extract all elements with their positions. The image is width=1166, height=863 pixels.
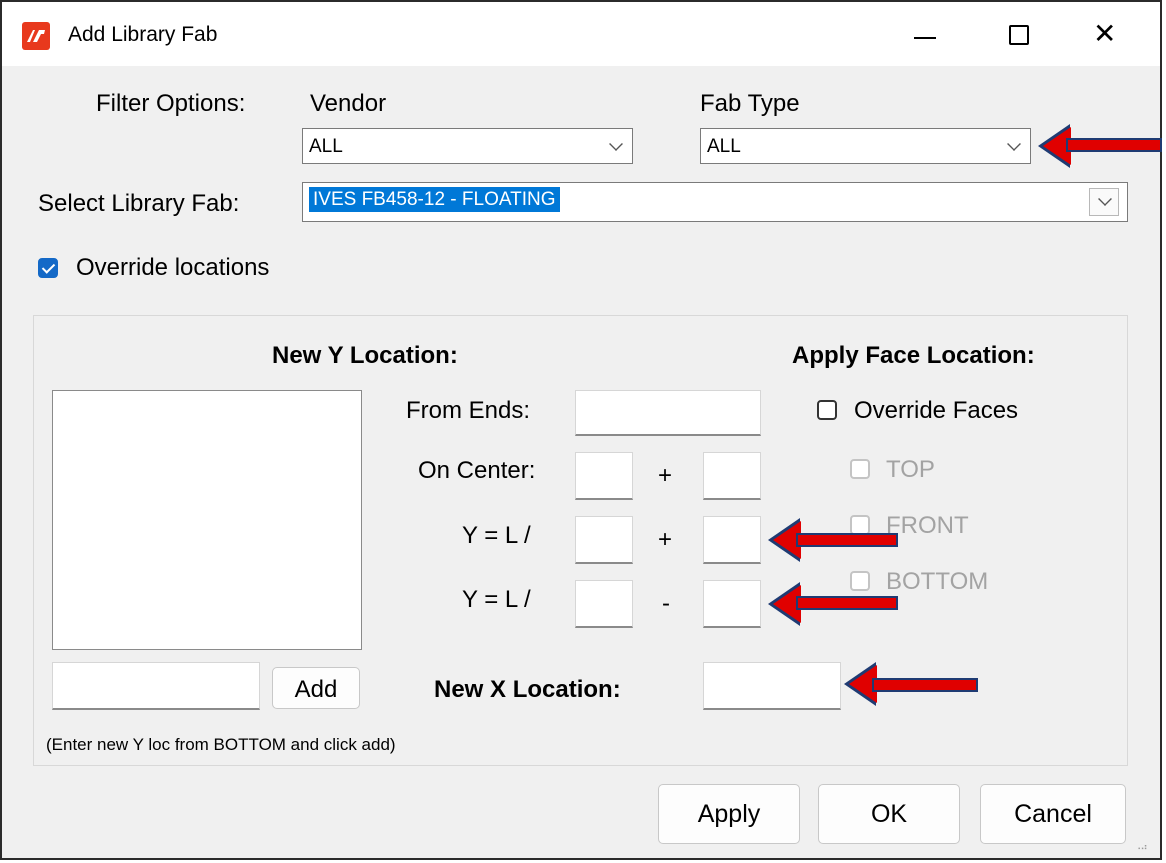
override-locations-checkbox[interactable] — [38, 258, 58, 278]
ok-button[interactable]: OK — [818, 784, 960, 844]
override-faces-checkbox[interactable] — [817, 400, 837, 420]
fab-type-dropdown[interactable]: ALL — [700, 128, 1031, 164]
chevron-down-icon — [1007, 137, 1021, 151]
filter-options-label: Filter Options: — [96, 90, 246, 117]
app-logo-icon — [22, 22, 50, 50]
plus-sign: + — [658, 526, 673, 553]
chevron-down-icon — [609, 137, 623, 151]
new-y-value-input[interactable] — [52, 662, 260, 710]
vendor-dropdown-value: ALL — [309, 136, 343, 157]
fab-type-dropdown-value: ALL — [707, 136, 741, 157]
fab-type-label: Fab Type — [700, 90, 800, 117]
from-ends-label: From Ends: — [406, 397, 531, 424]
override-faces-label: Override Faces — [854, 397, 1019, 424]
library-fab-dropdown[interactable]: IVES FB458-12 - FLOATING — [302, 182, 1128, 222]
y-l-offset-input-1[interactable] — [703, 516, 761, 564]
front-face-checkbox[interactable] — [850, 515, 870, 535]
y-l-divisor-input-2[interactable] — [575, 580, 633, 628]
dialog-window: Add Library Fab ✕ Filter Options: Vendor… — [0, 0, 1162, 860]
close-button[interactable]: ✕ — [1082, 16, 1132, 54]
window-title: Add Library Fab — [68, 23, 218, 46]
resize-grip-icon[interactable]: ⠠⠴ — [1134, 842, 1150, 856]
close-icon: ✕ — [1093, 18, 1117, 49]
minimize-button[interactable] — [900, 16, 950, 54]
library-fab-selected-value: IVES FB458-12 - FLOATING — [309, 187, 560, 212]
minimize-icon — [914, 37, 936, 39]
vendor-label: Vendor — [310, 90, 387, 117]
select-library-fab-label: Select Library Fab: — [38, 190, 240, 217]
chevron-down-icon — [1098, 192, 1112, 206]
bottom-face-checkbox[interactable] — [850, 571, 870, 591]
add-hint-text: (Enter new Y loc from BOTTOM and click a… — [46, 735, 396, 754]
on-center-input-1[interactable] — [575, 452, 633, 500]
top-face-checkbox[interactable] — [850, 459, 870, 479]
from-ends-input[interactable] — [575, 390, 761, 436]
front-face-label: FRONT — [886, 512, 969, 539]
title-bar: Add Library Fab ✕ — [2, 2, 1160, 66]
vendor-dropdown[interactable]: ALL — [302, 128, 633, 164]
minus-sign: - — [662, 590, 670, 617]
override-locations-label: Override locations — [76, 254, 270, 281]
cancel-button[interactable]: Cancel — [980, 784, 1126, 844]
add-button[interactable]: Add — [272, 667, 360, 709]
y-equals-l-label-1: Y = L / — [462, 522, 531, 549]
y-l-divisor-input-1[interactable] — [575, 516, 633, 564]
y-equals-l-label-2: Y = L / — [462, 586, 531, 613]
bottom-face-label: BOTTOM — [886, 568, 989, 595]
top-face-label: TOP — [886, 456, 935, 483]
new-x-location-input[interactable] — [703, 662, 841, 710]
on-center-label: On Center: — [418, 457, 536, 484]
y-locations-list[interactable] — [52, 390, 362, 650]
maximize-button[interactable] — [994, 16, 1044, 54]
y-l-offset-input-2[interactable] — [703, 580, 761, 628]
on-center-input-2[interactable] — [703, 452, 761, 500]
dropdown-button[interactable] — [1089, 188, 1119, 216]
plus-sign: + — [658, 462, 673, 489]
apply-button[interactable]: Apply — [658, 784, 800, 844]
apply-face-location-heading: Apply Face Location: — [792, 342, 1035, 369]
new-x-location-label: New X Location: — [434, 676, 621, 703]
maximize-icon — [1009, 25, 1029, 45]
new-y-location-heading: New Y Location: — [272, 342, 458, 369]
